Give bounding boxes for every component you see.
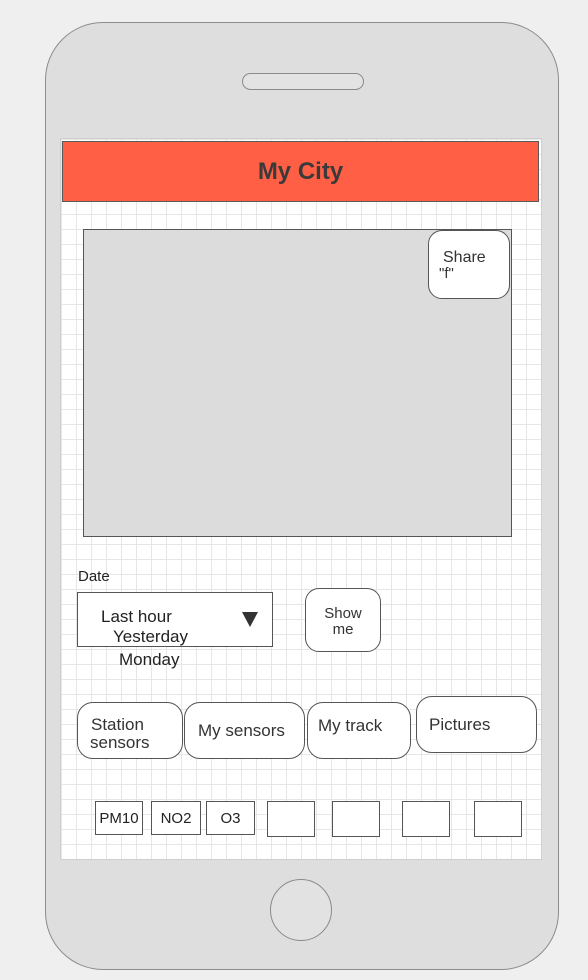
empty-slot[interactable] — [332, 801, 380, 837]
empty-slot[interactable] — [402, 801, 450, 837]
share-label: Share — [443, 249, 486, 266]
date-label: Date — [78, 568, 110, 585]
date-option-last-hour[interactable]: Last hour — [101, 607, 172, 627]
tab-my-track[interactable]: My track — [307, 702, 411, 759]
tab-my-sensors[interactable]: My sensors — [184, 702, 305, 759]
page-title: My City — [62, 141, 539, 202]
show-me-label-line1: Show — [324, 605, 362, 622]
tab-my-sensors-label: My sensors — [198, 721, 285, 740]
tab-my-track-label: My track — [318, 716, 383, 735]
show-me-label-line2: me — [332, 621, 354, 638]
empty-slot[interactable] — [267, 801, 315, 837]
tab-station-label-line1: Station — [91, 715, 144, 734]
home-button[interactable] — [270, 879, 332, 941]
pollutant-o3-button[interactable]: O3 — [206, 801, 255, 835]
pollutant-pm10-button[interactable]: PM10 — [95, 801, 143, 835]
tab-station-sensors[interactable]: Station sensors — [77, 702, 183, 759]
speaker-slot — [242, 73, 364, 90]
tab-pictures-label: Pictures — [429, 715, 491, 734]
date-option-yesterday[interactable]: Yesterday — [113, 627, 188, 647]
date-option-monday[interactable]: Monday — [119, 650, 179, 670]
tab-pictures[interactable]: Pictures — [416, 696, 537, 753]
empty-slot[interactable] — [474, 801, 522, 837]
tab-station-label-line2: sensors — [90, 733, 150, 752]
share-facebook-label: "f" — [439, 265, 454, 282]
chevron-down-icon[interactable] — [242, 612, 258, 627]
show-me-button[interactable]: Show me — [305, 588, 381, 652]
pollutant-no2-button[interactable]: NO2 — [151, 801, 201, 835]
share-button[interactable]: Share "f" — [428, 230, 510, 299]
